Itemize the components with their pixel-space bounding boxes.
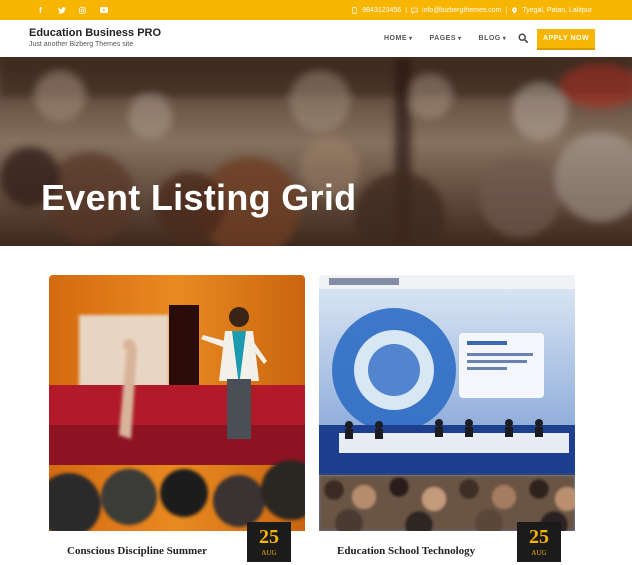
event-date-badge: 25 AUG <box>247 522 291 562</box>
chevron-down-icon: ▾ <box>502 36 507 42</box>
phone-icon <box>352 6 357 14</box>
chevron-down-icon: ▾ <box>409 36 413 42</box>
site-title[interactable]: Education Business PRO <box>29 27 161 39</box>
event-card[interactable]: 25 AUG Conscious Discipline Summer <box>49 275 305 565</box>
address: Tyegal, Patan, Lalitpur <box>522 6 592 14</box>
top-bar: f 9843123456 | info@bizbergthemes.com | … <box>0 0 632 20</box>
event-month: AUG <box>261 549 277 557</box>
event-image[interactable] <box>319 275 575 531</box>
page-hero: Event Listing Grid <box>0 57 632 246</box>
youtube-icon[interactable] <box>93 0 114 20</box>
main-navigation: HOME ▾ PAGES ▾ BLOG ▾ <box>384 20 506 57</box>
separator: | <box>505 6 508 14</box>
apply-now-button[interactable]: APPLY NOW <box>537 29 595 48</box>
email-address[interactable]: info@bizbergthemes.com <box>422 7 501 14</box>
twitter-icon[interactable] <box>51 0 72 20</box>
instagram-icon[interactable] <box>72 0 93 20</box>
separator: | <box>405 6 408 14</box>
page-title: Event Listing Grid <box>41 177 357 218</box>
event-month: AUG <box>531 549 547 557</box>
event-title[interactable]: Education School Technology <box>337 545 475 557</box>
search-icon[interactable] <box>518 33 528 43</box>
event-day: 25 <box>529 526 549 548</box>
event-day: 25 <box>259 526 279 548</box>
nav-item-label: HOME <box>384 35 407 42</box>
nav-item-blog[interactable]: BLOG ▾ <box>479 35 507 42</box>
site-branding[interactable]: Education Business PRO Just another Bizb… <box>29 27 161 48</box>
nav-item-label: BLOG <box>478 35 501 42</box>
nav-item-label: PAGES <box>429 35 457 42</box>
site-tagline: Just another Bizberg Themes site <box>29 41 134 48</box>
contact-info: 9843123456 | info@bizbergthemes.com | Ty… <box>351 0 592 20</box>
nav-item-pages[interactable]: PAGES ▾ <box>430 35 462 42</box>
event-image[interactable] <box>49 275 305 531</box>
facebook-icon[interactable]: f <box>30 0 51 20</box>
map-pin-icon <box>512 6 518 14</box>
site-header: Education Business PRO Just another Bizb… <box>0 20 632 57</box>
event-date-badge: 25 AUG <box>517 522 561 562</box>
nav-item-home[interactable]: HOME ▾ <box>384 35 413 42</box>
chevron-down-icon: ▾ <box>458 36 462 42</box>
event-card[interactable]: 25 AUG Education School Technology <box>319 275 575 565</box>
social-links: f <box>30 0 114 20</box>
chat-icon <box>411 7 418 14</box>
phone-number[interactable]: 9843123456 <box>362 7 401 14</box>
event-title[interactable]: Conscious Discipline Summer <box>67 545 207 557</box>
